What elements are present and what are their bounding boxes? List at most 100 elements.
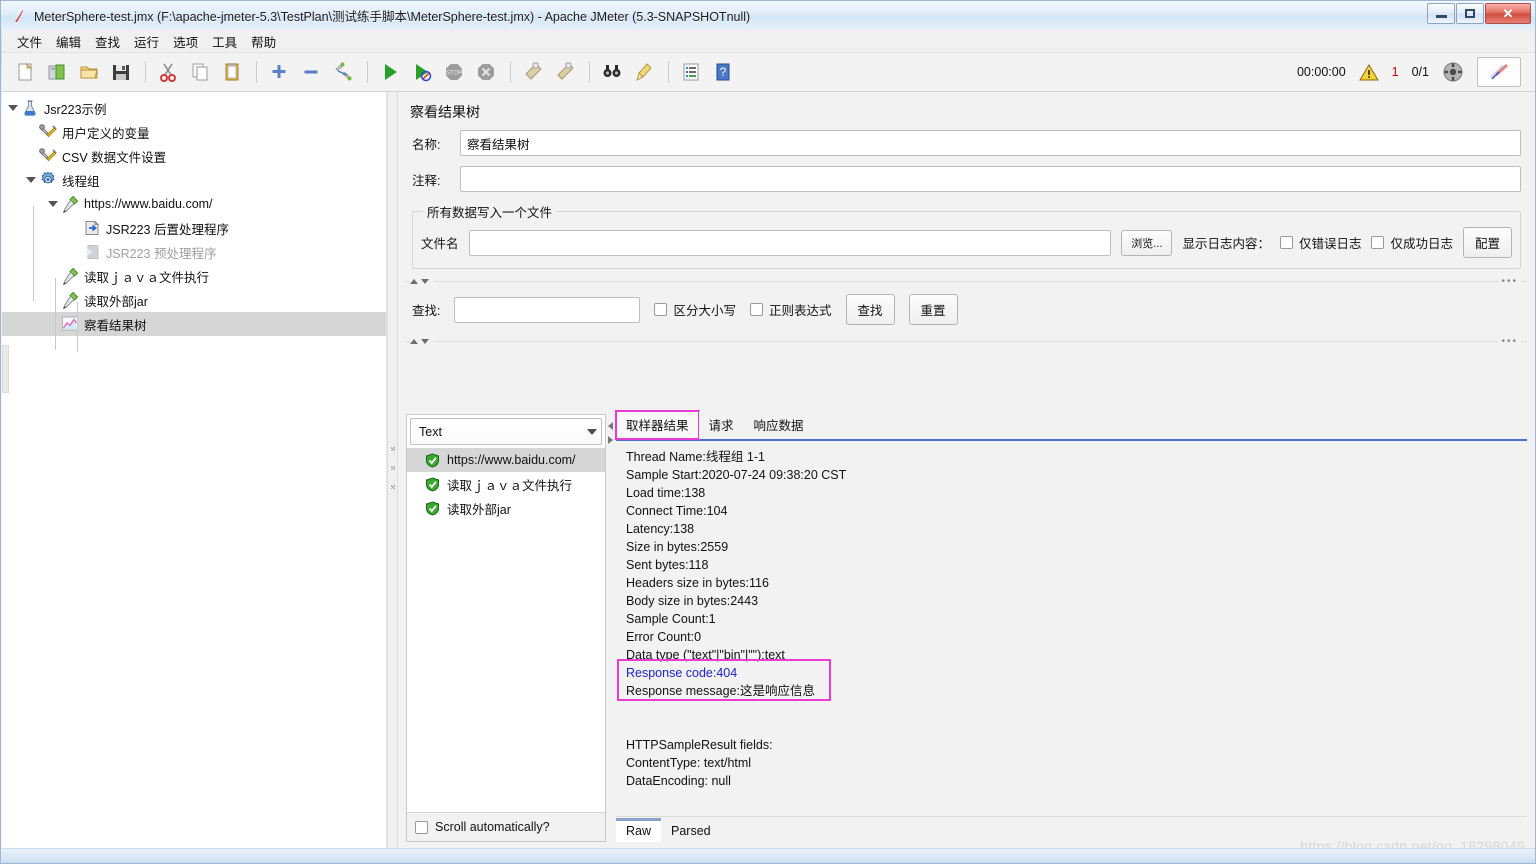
toolbar-shutdown[interactable] [471, 57, 501, 87]
toolbar-clear-all[interactable] [550, 57, 580, 87]
bottom-tab-raw[interactable]: Raw [616, 818, 662, 842]
find-button[interactable]: 查找 [845, 294, 895, 325]
toolbar-search[interactable] [597, 57, 627, 87]
collapse-right-icon[interactable] [608, 436, 613, 444]
bottom-tab-parsed[interactable]: Parsed [661, 821, 721, 842]
sample-result-baidu[interactable]: https://www.baidu.com/ [407, 448, 605, 472]
tree-node-read-external-jar[interactable]: 读取外部jar [2, 288, 386, 312]
filename-input[interactable] [468, 229, 1112, 256]
tree-expand-toggle-icon[interactable] [46, 197, 60, 211]
renderer-combobox[interactable]: Text [410, 418, 602, 445]
tree-node-jsr223-pre-processor[interactable]: JSR223 预处理程序 [2, 240, 386, 264]
collapse-left-icon[interactable] [608, 422, 613, 430]
tree-node-user-defined-variables[interactable]: 用户定义的变量 [2, 120, 386, 144]
case-sensitive-checkbox[interactable]: 区分大小写 [654, 300, 736, 319]
window-controls: ✕ [1427, 3, 1531, 24]
reset-button[interactable]: 重置 [908, 294, 958, 325]
checkbox-box[interactable] [654, 303, 668, 316]
errors-only-checkbox[interactable]: 仅错误日志 [1279, 233, 1361, 252]
toolbar-expand-all[interactable] [264, 57, 294, 87]
menu-run[interactable]: 运行 [127, 30, 166, 53]
scroll-automatically-checkbox[interactable]: Scroll automatically? [407, 812, 605, 841]
warning-triangle-icon[interactable] [1358, 63, 1379, 82]
remote-engines-icon[interactable] [1442, 61, 1464, 83]
toolbar-save[interactable] [106, 57, 136, 87]
drag-dots-icon[interactable]: ••• [1498, 337, 1521, 347]
toolbar-copy[interactable] [185, 57, 215, 87]
toolbar-start[interactable] [375, 57, 405, 87]
menu-file[interactable]: 文件 [10, 30, 49, 53]
collapse-arrows[interactable] [410, 279, 433, 284]
results-splitter[interactable] [606, 414, 616, 842]
drag-dots-icon[interactable]: ••• [1498, 277, 1521, 287]
window-title: MeterSphere-test.jmx (F:\apache-jmeter-5… [34, 10, 751, 24]
toolbar-collapse-all[interactable] [296, 57, 326, 87]
menu-tools[interactable]: 工具 [205, 30, 244, 53]
tree-node-label: https://www.baidu.com/ [84, 197, 213, 211]
toolbar-function-helper[interactable] [676, 57, 706, 87]
chevron-down-icon[interactable] [421, 339, 429, 344]
tree-node-test-plan[interactable]: Jsr223示例 [2, 96, 386, 120]
toolbar-separator [510, 61, 511, 83]
chevron-down-icon[interactable] [421, 279, 429, 284]
log-display-label: 显示日志内容： [1182, 237, 1270, 251]
split-pane-divider[interactable] [387, 92, 398, 848]
checkbox-box[interactable] [750, 303, 763, 316]
toolbar-undo-redo-button[interactable] [1477, 57, 1521, 87]
sample-result-read-java-file[interactable]: 读取ｊａｖａ文件执行 [407, 472, 605, 496]
sample-result-label: https://www.baidu.com/ [447, 453, 576, 467]
collapse-arrows[interactable] [410, 339, 433, 344]
tree-expand-toggle-icon[interactable] [6, 101, 20, 115]
toolbar-templates[interactable] [42, 57, 72, 87]
tree-node-label: Jsr223示例 [44, 102, 107, 117]
sampler-result-text[interactable]: Thread Name:线程组 1-1 Sample Start:2020-07-… [616, 441, 1527, 816]
tree-node-view-results-tree[interactable]: 察看结果树 [2, 312, 386, 336]
chevron-down-icon[interactable] [587, 428, 597, 435]
toolbar-toggle[interactable] [328, 57, 358, 87]
tab-sampler-result[interactable]: 取样器结果 [615, 410, 700, 440]
toolbar-start-no-pauses[interactable] [407, 57, 437, 87]
toolbar-paste[interactable] [217, 57, 247, 87]
toolbar-reset-search[interactable] [629, 57, 659, 87]
tab-response-data[interactable]: 响应数据 [743, 411, 814, 439]
configure-button[interactable]: 配置 [1462, 227, 1512, 258]
tree-scrollbar[interactable] [2, 345, 9, 393]
tree-node-read-java-file[interactable]: 读取ｊａｖａ文件执行 [2, 264, 386, 288]
tree-node-thread-group[interactable]: 线程组 [2, 168, 386, 192]
sample-result-read-external-jar[interactable]: 读取外部jar [407, 496, 605, 520]
toolbar-clear[interactable] [518, 57, 548, 87]
svg-text:STOP: STOP [446, 71, 462, 77]
menu-search[interactable]: 查找 [88, 30, 127, 53]
close-button[interactable]: ✕ [1485, 3, 1531, 24]
chevron-up-icon[interactable] [410, 279, 418, 284]
tree-expand-toggle-icon[interactable] [24, 173, 38, 187]
name-input[interactable] [460, 130, 1521, 156]
minimize-button[interactable] [1427, 3, 1455, 24]
menu-help[interactable]: 帮助 [244, 30, 283, 53]
menu-options[interactable]: 选项 [166, 30, 205, 53]
toolbar-help[interactable]: ? [708, 57, 738, 87]
search-input[interactable] [454, 296, 641, 323]
chevron-up-icon[interactable] [410, 339, 418, 344]
tree-node-csv-data-set[interactable]: CSV 数据文件设置 [2, 144, 386, 168]
toolbar-cut[interactable] [153, 57, 183, 87]
menu-edit[interactable]: 编辑 [49, 30, 88, 53]
config-tools-icon [38, 123, 57, 142]
result-detail-line: Size in bytes:2559 [626, 540, 729, 554]
toolbar-separator [256, 61, 257, 83]
maximize-button[interactable] [1456, 3, 1484, 24]
browse-button[interactable]: 浏览... [1121, 229, 1173, 256]
checkbox-box[interactable] [1279, 236, 1293, 249]
comment-input[interactable] [460, 166, 1521, 192]
regex-checkbox[interactable]: 正则表达式 [750, 300, 832, 319]
toolbar-stop[interactable]: STOP [439, 57, 469, 87]
toolbar-open[interactable] [74, 57, 104, 87]
checkbox-box[interactable] [1371, 236, 1385, 249]
checkbox-box[interactable] [415, 820, 428, 834]
success-only-checkbox[interactable]: 仅成功日志 [1371, 233, 1453, 252]
toolbar-new[interactable] [10, 57, 40, 87]
tree-node-jsr223-post-processor[interactable]: JSR223 后置处理程序 [2, 216, 386, 240]
tab-request[interactable]: 请求 [698, 411, 744, 439]
tree-node-http-request-baidu[interactable]: https://www.baidu.com/ [2, 192, 386, 216]
